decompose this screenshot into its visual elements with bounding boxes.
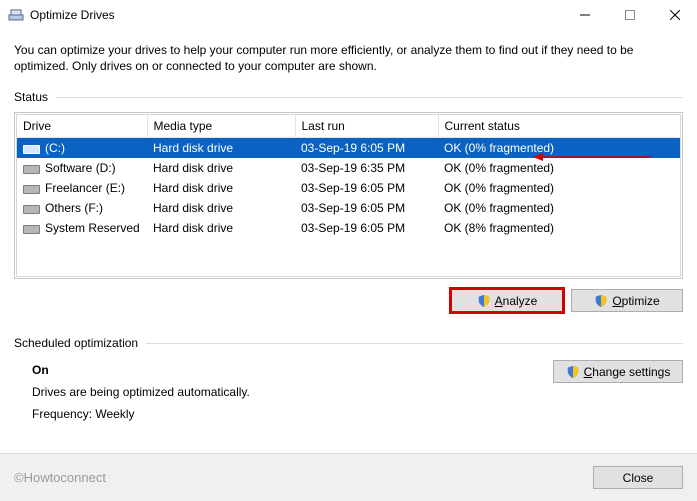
- cell-status: OK (0% fragmented): [438, 138, 680, 159]
- sched-on: On: [32, 360, 250, 382]
- col-last[interactable]: Last run: [295, 115, 438, 138]
- drive-name: Others (F:): [45, 201, 103, 215]
- sched-label: Scheduled optimization: [14, 336, 683, 350]
- drive-name: (C:): [45, 141, 65, 155]
- cell-last: 03-Sep-19 6:05 PM: [295, 218, 438, 238]
- shield-icon: [594, 294, 608, 308]
- drive-name: Freelancer (E:): [45, 181, 125, 195]
- change-text: hange settings: [592, 365, 670, 379]
- close-window-button[interactable]: [652, 0, 697, 30]
- col-media[interactable]: Media type: [147, 115, 295, 138]
- sched-label-text: Scheduled optimization: [14, 336, 138, 350]
- cell-media: Hard disk drive: [147, 178, 295, 198]
- col-drive[interactable]: Drive: [17, 115, 147, 138]
- app-icon: [8, 7, 24, 23]
- cell-media: Hard disk drive: [147, 158, 295, 178]
- sched-info: On Drives are being optimized automatica…: [14, 360, 250, 425]
- optimize-text: ptimize: [622, 294, 660, 308]
- table-empty-area: [17, 238, 680, 276]
- table-row[interactable]: (C:) Hard disk drive03-Sep-19 6:05 PMOK (…: [17, 138, 680, 159]
- sched-freq: Frequency: Weekly: [32, 404, 250, 426]
- cell-status: OK (0% fragmented): [438, 178, 680, 198]
- col-status[interactable]: Current status: [438, 115, 680, 138]
- shield-icon: [566, 365, 580, 379]
- minimize-button[interactable]: [562, 0, 607, 30]
- divider: [56, 97, 683, 98]
- cell-last: 03-Sep-19 6:05 PM: [295, 198, 438, 218]
- cell-status: OK (8% fragmented): [438, 218, 680, 238]
- drive-name: System Reserved: [45, 221, 140, 235]
- table-row[interactable]: System Reserved Hard disk drive03-Sep-19 …: [17, 218, 680, 238]
- cell-media: Hard disk drive: [147, 198, 295, 218]
- drive-icon: [23, 182, 39, 194]
- window-title: Optimize Drives: [30, 8, 115, 22]
- table-header-row: Drive Media type Last run Current status: [17, 115, 680, 138]
- divider: [146, 343, 683, 344]
- close-button[interactable]: Close: [593, 466, 683, 489]
- drive-icon: [23, 202, 39, 214]
- cell-last: 03-Sep-19 6:05 PM: [295, 178, 438, 198]
- close-text: Close: [623, 471, 654, 485]
- change-settings-button[interactable]: Change settings: [553, 360, 683, 383]
- change-underline: C: [584, 365, 593, 379]
- sched-desc: Drives are being optimized automatically…: [32, 382, 250, 404]
- window-controls: [562, 0, 697, 30]
- watermark: ©Howtoconnect: [14, 470, 106, 485]
- maximize-button[interactable]: [607, 0, 652, 30]
- action-buttons: Analyze Optimize: [14, 289, 683, 312]
- drive-name: Software (D:): [45, 161, 116, 175]
- drive-icon: [23, 142, 39, 154]
- analyze-button[interactable]: Analyze: [451, 289, 563, 312]
- cell-last: 03-Sep-19 6:35 PM: [295, 158, 438, 178]
- cell-status: OK (0% fragmented): [438, 198, 680, 218]
- shield-icon: [477, 294, 491, 308]
- drive-icon: [23, 222, 39, 234]
- footer: ©Howtoconnect Close: [0, 453, 697, 501]
- optimize-underline: O: [612, 294, 621, 308]
- titlebar: Optimize Drives: [0, 0, 697, 30]
- drives-table[interactable]: Drive Media type Last run Current status…: [17, 115, 680, 238]
- table-row[interactable]: Others (F:) Hard disk drive03-Sep-19 6:05…: [17, 198, 680, 218]
- cell-media: Hard disk drive: [147, 138, 295, 159]
- table-row[interactable]: Software (D:) Hard disk drive03-Sep-19 6:…: [17, 158, 680, 178]
- cell-status: OK (0% fragmented): [438, 158, 680, 178]
- status-label-text: Status: [14, 90, 48, 104]
- status-label: Status: [14, 90, 683, 104]
- cell-last: 03-Sep-19 6:05 PM: [295, 138, 438, 159]
- analyze-underline: A: [495, 294, 503, 308]
- intro-text: You can optimize your drives to help you…: [14, 42, 683, 74]
- table-row[interactable]: Freelancer (E:) Hard disk drive03-Sep-19 …: [17, 178, 680, 198]
- optimize-button[interactable]: Optimize: [571, 289, 683, 312]
- drive-icon: [23, 162, 39, 174]
- drives-table-container: Drive Media type Last run Current status…: [14, 112, 683, 279]
- analyze-text: nalyze: [503, 294, 538, 308]
- cell-media: Hard disk drive: [147, 218, 295, 238]
